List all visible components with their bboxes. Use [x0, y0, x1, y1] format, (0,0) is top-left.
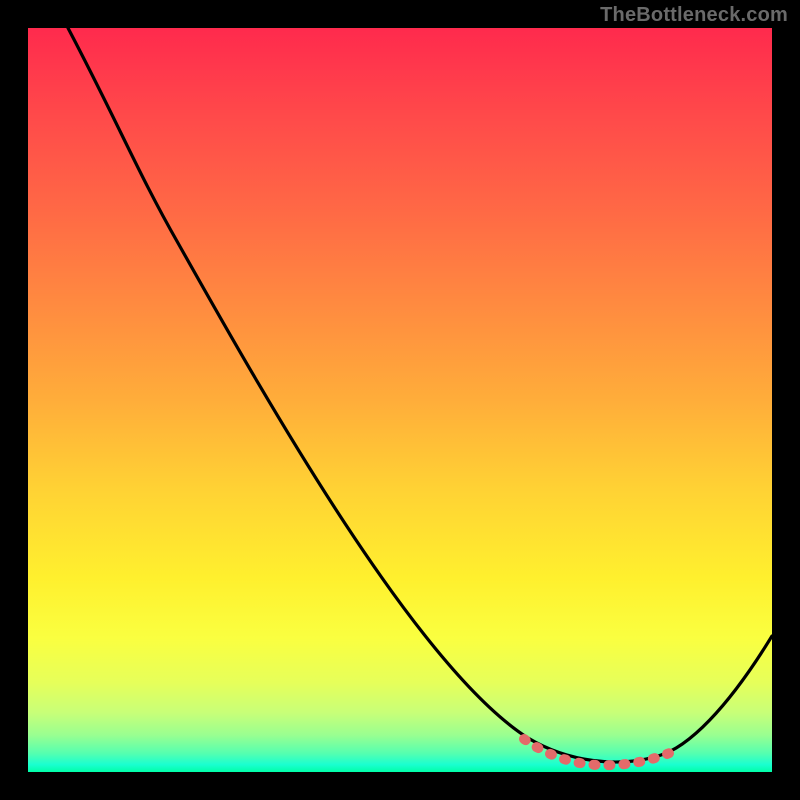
bottleneck-curve [28, 28, 772, 772]
plot-area [28, 28, 772, 772]
watermark-text: TheBottleneck.com [600, 4, 788, 27]
curve-path [68, 28, 772, 762]
chart-frame: TheBottleneck.com [0, 0, 800, 800]
valley-highlight [524, 739, 672, 765]
